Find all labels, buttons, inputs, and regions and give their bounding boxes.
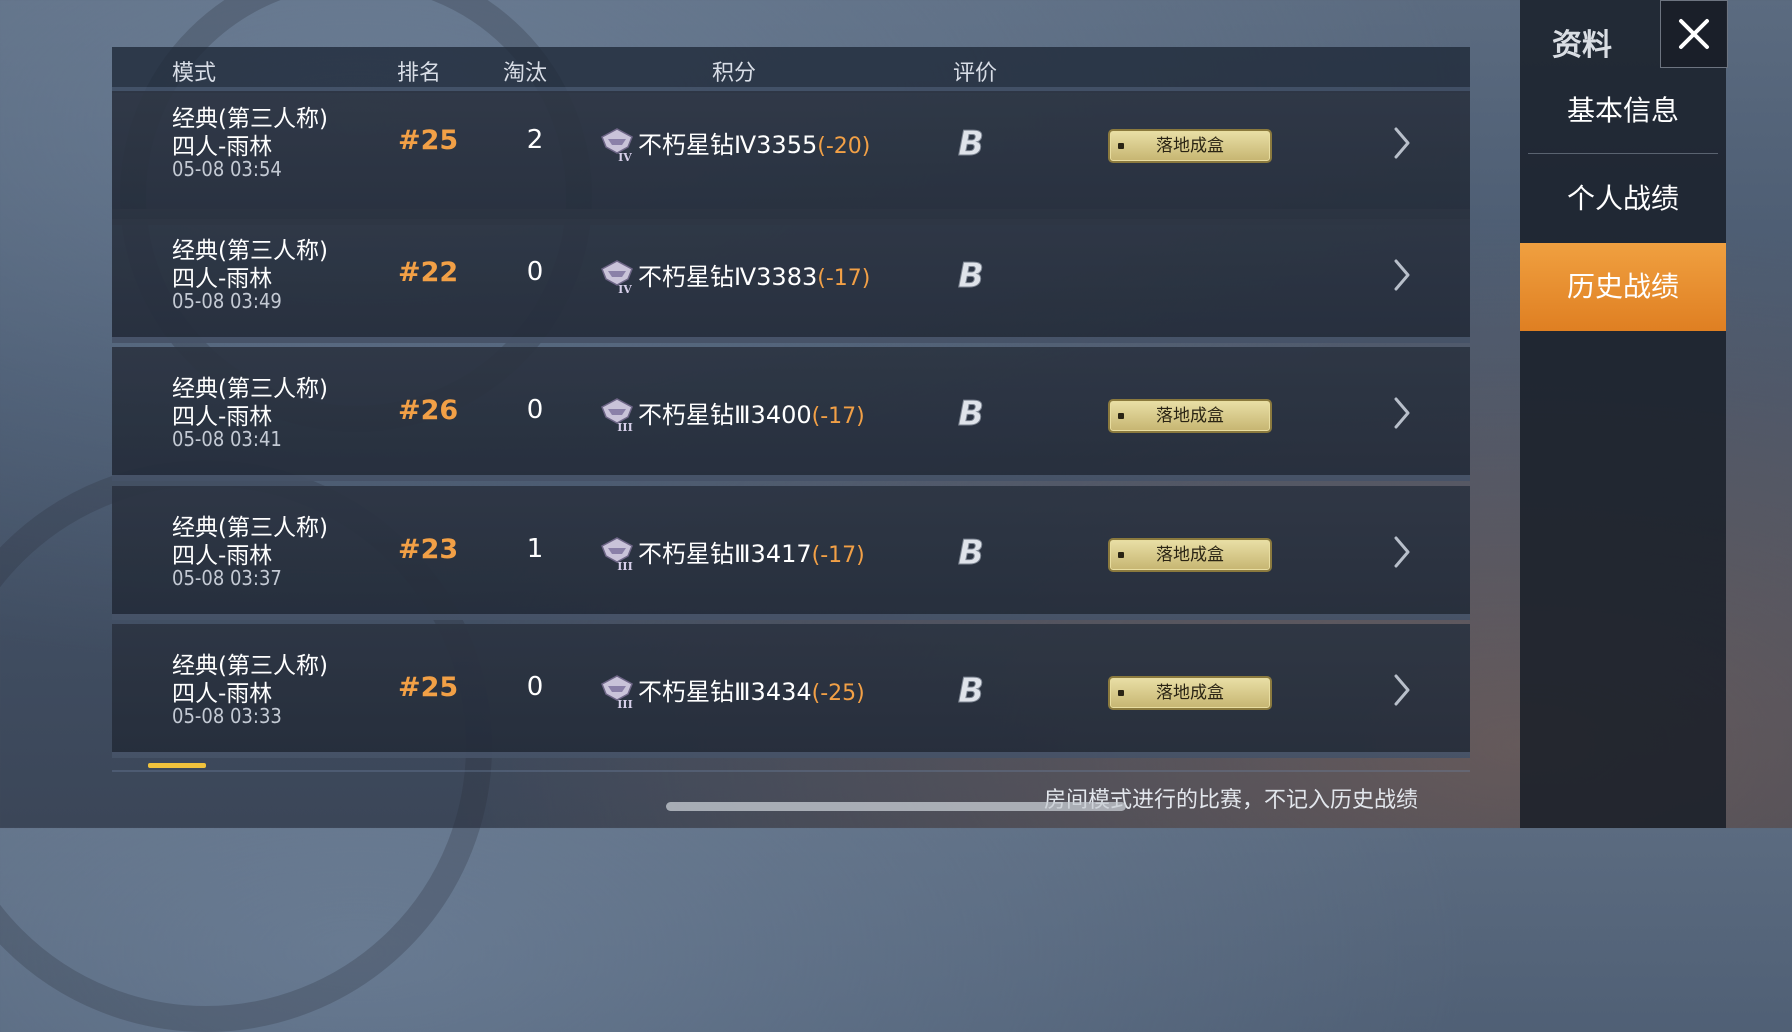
tier-name: 不朽星钻Ⅲ (638, 401, 751, 429)
map-name: 四人-雨林 (172, 266, 273, 292)
score-delta: (-20) (817, 134, 871, 159)
rating-grade-icon: B (958, 394, 985, 434)
tier-numeral: III (617, 421, 632, 433)
match-row[interactable]: 经典(第三人称) 四人-雨林 05-08 03:49 #22 0 IV 不朽星钻… (112, 209, 1470, 343)
map-name: 四人-雨林 (172, 134, 273, 160)
rank-value: #23 (398, 534, 459, 565)
rank-value: #22 (398, 257, 459, 288)
score-text: 不朽星钻Ⅲ3400(-17) (638, 395, 865, 430)
eliminations-value: 0 (526, 395, 544, 425)
score-delta: (-17) (811, 404, 865, 429)
close-button[interactable] (1660, 0, 1728, 68)
match-row[interactable]: 经典(第三人称) 四人-雨林 05-08 03:33 #25 0 III 不朽星… (112, 624, 1470, 758)
tier-badge-icon: III (601, 675, 633, 710)
scroll-indicator (148, 763, 206, 768)
rating-grade-icon: B (958, 256, 985, 296)
tag-dot (1118, 413, 1124, 419)
score-value: 3417 (750, 540, 812, 568)
nav-personal-stats[interactable]: 个人战绩 (1520, 155, 1726, 243)
tier-name: 不朽星钻Ⅳ (638, 263, 757, 291)
home-indicator[interactable] (666, 802, 1126, 811)
svg-text:B: B (958, 671, 984, 710)
tier-badge-icon: IV (601, 128, 633, 163)
score-delta: (-17) (817, 266, 871, 291)
rank-value: #25 (398, 672, 459, 703)
map-name: 四人-雨林 (172, 681, 273, 707)
eliminations-value: 0 (526, 672, 544, 702)
tier-badge-icon: III (601, 398, 633, 433)
eliminations-value: 1 (526, 534, 544, 564)
header-score: 积分 (712, 61, 757, 86)
score-text: 不朽星钻Ⅲ3434(-25) (638, 672, 865, 707)
tag-badge: 落地成盒 (1108, 538, 1272, 572)
chevron-right-icon[interactable] (1390, 123, 1414, 163)
match-row[interactable]: 经典(第三人称) 四人-雨林 05-08 03:54 #25 2 IV 不朽星钻… (112, 91, 1470, 225)
header-eliminations: 淘汰 (503, 61, 548, 86)
score-value: 3355 (756, 131, 818, 159)
nav-match-history[interactable]: 历史战绩 (1520, 243, 1726, 331)
svg-text:B: B (958, 533, 984, 572)
score-text: 不朽星钻Ⅲ3417(-17) (638, 534, 865, 569)
tag-label: 落地成盒 (1156, 683, 1224, 703)
eliminations-value: 2 (526, 125, 544, 155)
match-time: 05-08 03:41 (172, 427, 282, 451)
map-name: 四人-雨林 (172, 543, 273, 569)
tag-dot (1118, 690, 1124, 696)
score-value: 3400 (750, 401, 812, 429)
tier-numeral: III (617, 560, 632, 572)
table-header: 模式 排名 淘汰 积分 评价 (112, 47, 1470, 93)
tag-badge: 落地成盒 (1108, 399, 1272, 433)
tag-dot (1118, 143, 1124, 149)
tier-numeral: IV (618, 151, 632, 163)
tier-badge-icon: IV (601, 260, 633, 295)
eliminations-value: 0 (526, 257, 544, 287)
nav-basic-info[interactable]: 基本信息 (1520, 67, 1726, 155)
tier-badge-icon: III (601, 537, 633, 572)
score-delta: (-17) (811, 543, 865, 568)
tier-name: 不朽星钻Ⅲ (638, 540, 751, 568)
tier-numeral: IV (618, 283, 632, 295)
tag-label: 落地成盒 (1156, 406, 1224, 426)
rating-grade-icon: B (958, 533, 985, 573)
rating-grade-icon: B (958, 671, 985, 711)
tag-dot (1118, 552, 1124, 558)
svg-text:B: B (958, 394, 984, 433)
match-time: 05-08 03:54 (172, 157, 282, 181)
match-time: 05-08 03:37 (172, 566, 282, 590)
sidebar-title: 资料 (1552, 28, 1612, 63)
header-mode: 模式 (172, 61, 217, 86)
tier-name: 不朽星钻Ⅳ (638, 131, 757, 159)
score-text: 不朽星钻Ⅳ3383(-17) (638, 257, 870, 292)
chevron-right-icon[interactable] (1390, 393, 1414, 433)
divider (112, 770, 1470, 772)
match-time: 05-08 03:49 (172, 289, 282, 313)
score-value: 3434 (750, 678, 812, 706)
match-row[interactable]: 经典(第三人称) 四人-雨林 05-08 03:41 #26 0 III 不朽星… (112, 347, 1470, 481)
match-row[interactable]: 经典(第三人称) 四人-雨林 05-08 03:37 #23 1 III 不朽星… (112, 486, 1470, 620)
close-icon (1679, 19, 1709, 49)
score-text: 不朽星钻Ⅳ3355(-20) (638, 125, 870, 160)
svg-text:B: B (958, 124, 984, 163)
match-time: 05-08 03:33 (172, 704, 282, 728)
chevron-right-icon[interactable] (1390, 532, 1414, 572)
score-value: 3383 (756, 263, 818, 291)
nav-divider (1528, 153, 1718, 154)
tag-label: 落地成盒 (1156, 545, 1224, 565)
tag-label: 落地成盒 (1156, 136, 1224, 156)
header-rating: 评价 (953, 61, 998, 86)
rating-grade-icon: B (958, 124, 985, 164)
chevron-right-icon[interactable] (1390, 255, 1414, 295)
map-name: 四人-雨林 (172, 404, 273, 430)
chevron-right-icon[interactable] (1390, 670, 1414, 710)
svg-text:B: B (958, 256, 984, 295)
header-rank: 排名 (397, 61, 442, 86)
tier-numeral: III (617, 698, 632, 710)
score-delta: (-25) (811, 681, 865, 706)
rank-value: #26 (398, 395, 459, 426)
tag-badge: 落地成盒 (1108, 676, 1272, 710)
tag-badge: 落地成盒 (1108, 129, 1272, 163)
tier-name: 不朽星钻Ⅲ (638, 678, 751, 706)
rank-value: #25 (398, 125, 459, 156)
